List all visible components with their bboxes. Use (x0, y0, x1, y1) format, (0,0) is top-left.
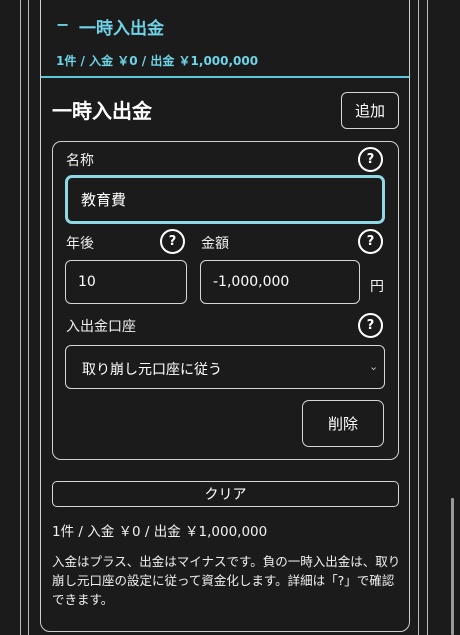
cashflow-entry: 名称 ? 年後 ? 金額 ? 円 入出金口座 ? 取り崩し元口座に従う ⌄ 削除 (52, 141, 399, 460)
amount-label: 金額 (201, 236, 229, 252)
help-icon[interactable]: ? (358, 313, 383, 338)
name-label: 名称 (66, 153, 94, 169)
collapse-toggle-icon[interactable]: − (56, 15, 69, 34)
help-icon[interactable]: ? (358, 229, 383, 254)
name-input[interactable] (65, 175, 385, 224)
amount-unit: 円 (370, 279, 384, 295)
outer-frame-line (418, 0, 419, 635)
account-select-value: 取り崩し元口座に従う (82, 362, 222, 378)
help-icon[interactable]: ? (358, 147, 383, 172)
section-title: 一時入出金 (52, 99, 152, 123)
outer-frame-line (20, 0, 21, 635)
years-label: 年後 (66, 236, 94, 252)
account-label: 入出金口座 (66, 319, 136, 335)
summary-text: 1件 / 入金 ￥0 / 出金 ￥1,000,000 (52, 524, 268, 540)
outer-frame-line (427, 0, 428, 635)
accordion-header[interactable]: − 一時入出金 1件 / 入金 ￥0 / 出金 ￥1,000,000 (41, 1, 409, 78)
chevron-down-icon: ⌄ (369, 360, 379, 373)
outer-frame-line (28, 0, 29, 635)
account-select[interactable]: 取り崩し元口座に従う ⌄ (65, 345, 385, 389)
help-icon[interactable]: ? (160, 229, 185, 254)
add-button[interactable]: 追加 (341, 92, 399, 129)
years-input[interactable] (65, 260, 187, 304)
accordion-summary: 1件 / 入金 ￥0 / 出金 ￥1,000,000 (56, 54, 259, 68)
clear-button[interactable]: クリア (52, 481, 399, 507)
scrollbar-thumb[interactable] (451, 498, 454, 635)
temporary-cashflow-card: − 一時入出金 1件 / 入金 ￥0 / 出金 ￥1,000,000 一時入出金… (40, 0, 410, 632)
help-text: 入金はプラス、出金はマイナスです。負の一時入出金は、取り崩し元口座の設定に従って… (52, 554, 401, 607)
accordion-title[interactable]: 一時入出金 (79, 14, 164, 39)
amount-input[interactable] (200, 260, 360, 304)
delete-button[interactable]: 削除 (302, 400, 384, 447)
